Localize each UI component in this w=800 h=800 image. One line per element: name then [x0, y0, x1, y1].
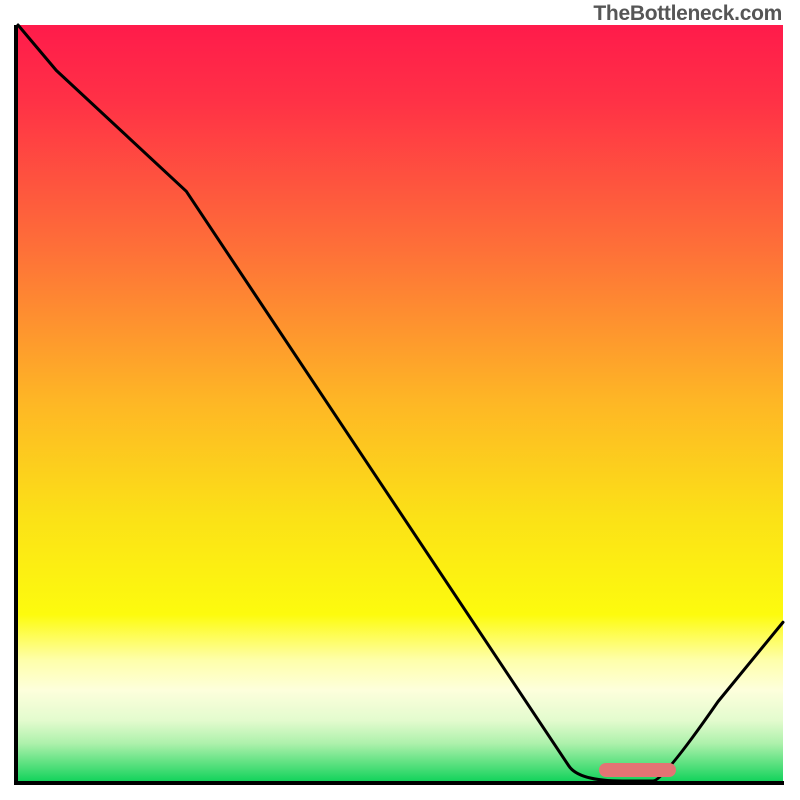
bottleneck-chart: TheBottleneck.com: [0, 0, 800, 800]
watermark-label: TheBottleneck.com: [593, 2, 782, 26]
chart-axes: [14, 25, 784, 785]
